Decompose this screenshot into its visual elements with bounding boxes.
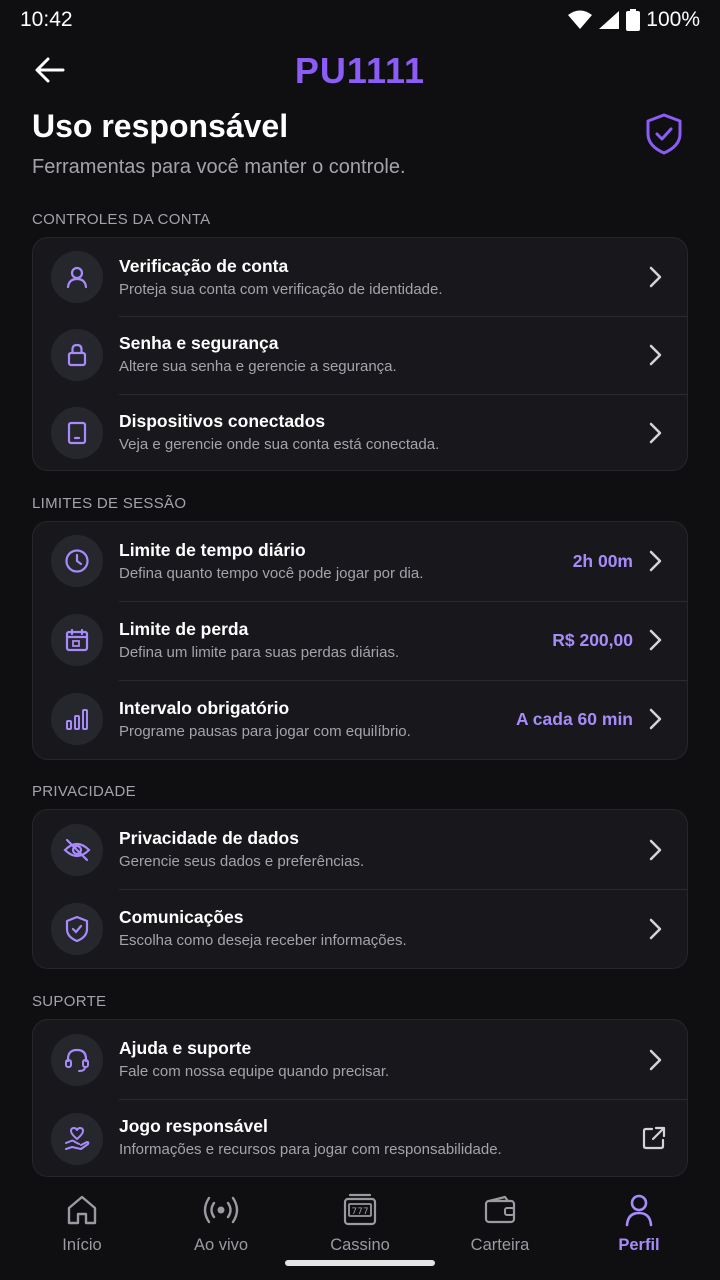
nav-item-home[interactable]: Início xyxy=(22,1192,142,1255)
section-label-account: CONTROLES DA CONTA xyxy=(32,211,211,228)
tablet-icon xyxy=(51,407,103,459)
slot-machine-icon: 777 xyxy=(342,1192,378,1228)
row-mandatory-break[interactable]: Intervalo obrigatório Programe pausas pa… xyxy=(33,680,687,759)
clock-icon xyxy=(51,535,103,587)
battery-icon xyxy=(626,9,641,31)
row-help-support[interactable]: Ajuda e suporte Fale com nossa equipe qu… xyxy=(33,1020,687,1099)
nav-label: Ao vivo xyxy=(193,1236,249,1254)
eye-off-icon xyxy=(51,824,103,876)
chevron-right-icon xyxy=(645,421,665,445)
account-controls-card: Verificação de conta Proteja sua conta c… xyxy=(32,237,688,471)
row-data-privacy[interactable]: Privacidade de dados Gerencie seus dados… xyxy=(33,810,687,889)
external-link-icon xyxy=(641,1126,667,1150)
row-title: Jogo responsável xyxy=(119,1116,268,1136)
row-responsible-gaming[interactable]: Jogo responsável Informações e recursos … xyxy=(33,1099,687,1176)
row-title: Limite de tempo diário xyxy=(119,540,306,560)
status-time: 10:42 xyxy=(20,8,73,31)
row-title: Ajuda e suporte xyxy=(119,1038,252,1058)
nav-label: Carteira xyxy=(470,1236,530,1254)
row-account-verification[interactable]: Verificação de conta Proteja sua conta c… xyxy=(33,238,687,316)
row-title: Limite de perda xyxy=(119,619,249,639)
profile-icon xyxy=(621,1192,657,1228)
row-title: Dispositivos conectados xyxy=(119,411,326,431)
section-label-support: SUPORTE xyxy=(32,993,107,1010)
row-subtitle: Veja e gerencie onde sua conta está cone… xyxy=(119,436,440,453)
row-subtitle: Altere sua senha e gerencie a segurança. xyxy=(119,358,397,375)
support-card: Ajuda e suporte Fale com nossa equipe qu… xyxy=(32,1019,688,1177)
row-connected-devices[interactable]: Dispositivos conectados Veja e gerencie … xyxy=(33,394,687,470)
status-bar: 10:42 100% xyxy=(0,0,720,40)
heart-hand-icon xyxy=(51,1113,103,1165)
lock-icon xyxy=(51,329,103,381)
row-subtitle: Gerencie seus dados e preferências. xyxy=(119,853,365,870)
shield-check-icon xyxy=(644,112,684,156)
bar-chart-icon xyxy=(51,693,103,745)
brand-logo: PU1111 xyxy=(294,50,426,91)
chevron-right-icon xyxy=(645,1048,665,1072)
section-label-privacy: PRIVACIDADE xyxy=(32,783,136,800)
row-password-security[interactable]: Senha e segurança Altere sua senha e ger… xyxy=(33,316,687,394)
row-subtitle: Programe pausas para jogar com equilíbri… xyxy=(119,723,411,740)
user-icon xyxy=(51,251,103,303)
chevron-right-icon xyxy=(645,838,665,862)
nav-item-profile[interactable]: Perfil xyxy=(579,1192,699,1255)
chevron-right-icon xyxy=(645,549,665,573)
row-subtitle: Defina quanto tempo você pode jogar por … xyxy=(119,565,424,582)
home-icon xyxy=(64,1192,100,1228)
broadcast-icon xyxy=(203,1192,239,1228)
chevron-right-icon xyxy=(645,343,665,367)
home-indicator[interactable] xyxy=(285,1260,435,1266)
row-subtitle: Escolha como deseja receber informações. xyxy=(119,932,407,949)
wifi-icon xyxy=(568,10,593,29)
shield-check-icon xyxy=(51,903,103,955)
row-value: 2h 00m xyxy=(572,551,633,571)
row-subtitle: Fale com nossa equipe quando precisar. xyxy=(119,1063,390,1080)
row-title: Privacidade de dados xyxy=(119,828,299,848)
status-indicators: 100% xyxy=(568,8,700,32)
privacy-card: Privacidade de dados Gerencie seus dados… xyxy=(32,809,688,969)
row-subtitle: Defina um limite para suas perdas diária… xyxy=(119,644,400,661)
row-title: Verificação de conta xyxy=(119,256,289,276)
row-communications[interactable]: Comunicações Escolha como deseja receber… xyxy=(33,889,687,968)
chevron-right-icon xyxy=(645,628,665,652)
nav-item-live[interactable]: Ao vivo xyxy=(161,1192,281,1255)
page-subtitle: Ferramentas para você manter o controle. xyxy=(32,156,406,178)
row-subtitle: Proteja sua conta com verificação de ide… xyxy=(119,281,443,298)
section-label-limits: LIMITES DE SESSÃO xyxy=(32,495,187,512)
signal-icon xyxy=(599,11,620,29)
calendar-icon xyxy=(51,614,103,666)
svg-text:777: 777 xyxy=(351,1207,368,1217)
row-value: R$ 200,00 xyxy=(552,630,633,650)
chevron-right-icon xyxy=(645,265,665,289)
row-subtitle: Informações e recursos para jogar com re… xyxy=(119,1141,502,1158)
nav-label: Perfil xyxy=(618,1236,660,1254)
nav-item-casino[interactable]: 777 Cassino xyxy=(300,1192,420,1255)
page-title: Uso responsável xyxy=(32,108,289,144)
nav-label: Cassino xyxy=(330,1236,390,1254)
row-value: A cada 60 min xyxy=(515,709,633,729)
nav-label: Início xyxy=(62,1236,102,1254)
nav-item-wallet[interactable]: Carteira xyxy=(440,1192,560,1255)
row-title: Intervalo obrigatório xyxy=(119,698,290,718)
row-title: Comunicações xyxy=(119,907,244,927)
row-loss-limit[interactable]: Limite de perda Defina um limite para su… xyxy=(33,601,687,680)
row-daily-time-limit[interactable]: Limite de tempo diário Defina quanto tem… xyxy=(33,522,687,601)
headset-icon xyxy=(51,1034,103,1086)
top-bar: PU1111 xyxy=(0,40,720,100)
wallet-icon xyxy=(482,1192,518,1228)
battery-percent: 100% xyxy=(646,8,700,31)
chevron-right-icon xyxy=(645,917,665,941)
chevron-right-icon xyxy=(645,707,665,731)
session-limits-card: Limite de tempo diário Defina quanto tem… xyxy=(32,521,688,760)
row-title: Senha e segurança xyxy=(119,333,279,353)
